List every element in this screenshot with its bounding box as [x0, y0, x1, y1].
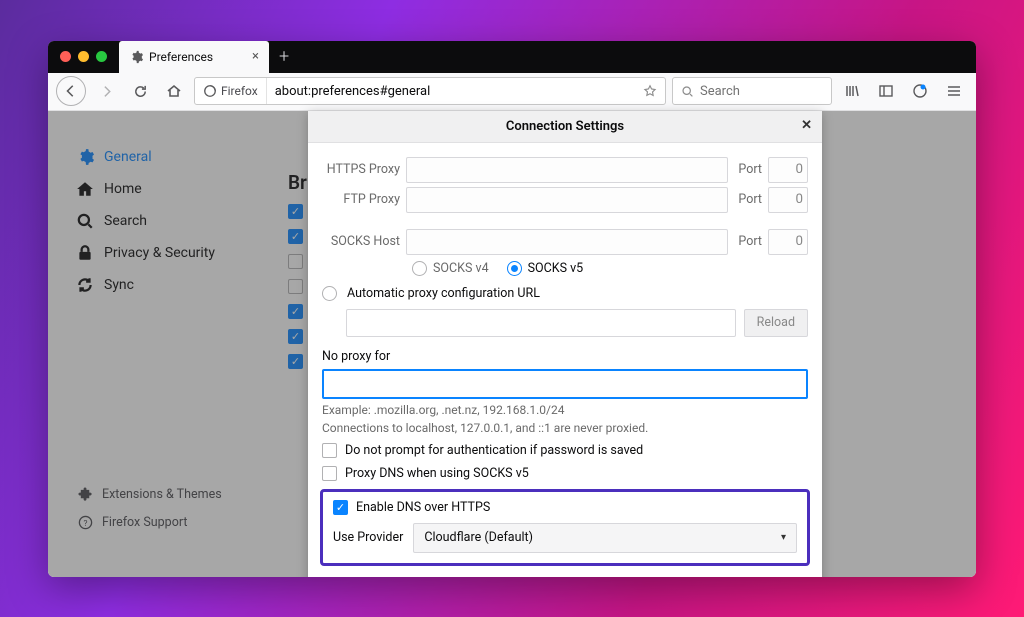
url-bar[interactable]: Firefox about:preferences#general [194, 77, 666, 105]
gear-icon [129, 50, 143, 64]
auto-config-url-input[interactable] [346, 309, 736, 337]
navbar: Firefox about:preferences#general Search [48, 73, 976, 111]
dns-over-https-highlight: Enable DNS over HTTPS Use Provider Cloud… [320, 489, 810, 566]
enable-doh-label: Enable DNS over HTTPS [356, 500, 490, 515]
socks-v4-label: SOCKS v4 [433, 261, 489, 276]
library-icon[interactable] [838, 77, 866, 105]
socks-v5-radio[interactable] [507, 261, 522, 276]
socks-v5-label: SOCKS v5 [528, 261, 584, 276]
profile-icon[interactable] [906, 77, 934, 105]
use-provider-label: Use Provider [333, 530, 403, 545]
enable-doh-checkbox[interactable] [333, 500, 348, 515]
search-icon [681, 85, 694, 98]
reload-button[interactable]: Reload [744, 309, 808, 337]
provider-value: Cloudflare (Default) [424, 530, 533, 545]
no-prompt-auth-label: Do not prompt for authentication if pass… [345, 443, 643, 458]
ftp-port-input[interactable] [768, 187, 808, 213]
reload-button[interactable] [126, 77, 154, 105]
no-proxy-example: Example: .mozilla.org, .net.nz, 192.168.… [322, 403, 808, 417]
tab-preferences[interactable]: Preferences × [119, 41, 269, 73]
url-text: about:preferences#general [267, 84, 635, 99]
provider-select[interactable]: Cloudflare (Default) ▾ [413, 523, 797, 553]
dialog-close-icon[interactable]: ✕ [801, 118, 812, 133]
socks-port-input[interactable] [768, 229, 808, 255]
localhost-note: Connections to localhost, 127.0.0.1, and… [322, 421, 808, 435]
maximize-window-button[interactable] [96, 51, 107, 62]
ftp-proxy-label: FTP Proxy [322, 192, 400, 207]
search-placeholder: Search [700, 84, 740, 99]
socks-host-label: SOCKS Host [322, 234, 400, 249]
new-tab-button[interactable]: + [269, 46, 299, 67]
no-prompt-auth-checkbox[interactable] [322, 443, 337, 458]
window-controls [48, 51, 119, 62]
back-button[interactable] [56, 76, 86, 106]
port-label: Port [738, 192, 762, 207]
minimize-window-button[interactable] [78, 51, 89, 62]
identity-label: Firefox [221, 84, 258, 98]
tab-close-icon[interactable]: × [252, 49, 259, 64]
socks-v4-radio[interactable] [412, 261, 427, 276]
auto-config-radio[interactable] [322, 286, 337, 301]
proxy-dns-socks5-label: Proxy DNS when using SOCKS v5 [345, 466, 529, 481]
dialog-header: Connection Settings ✕ [308, 111, 822, 143]
menu-icon[interactable] [940, 77, 968, 105]
forward-button[interactable] [92, 77, 120, 105]
auto-config-label: Automatic proxy configuration URL [347, 286, 540, 301]
proxy-dns-socks5-checkbox[interactable] [322, 466, 337, 481]
firefox-icon [203, 84, 217, 98]
search-bar[interactable]: Search [672, 77, 832, 105]
https-port-input[interactable] [768, 157, 808, 183]
socks-host-input[interactable] [406, 229, 728, 255]
ftp-proxy-input[interactable] [406, 187, 728, 213]
tab-title: Preferences [149, 50, 213, 64]
bookmark-star-icon[interactable] [635, 84, 665, 98]
close-window-button[interactable] [60, 51, 71, 62]
https-proxy-label: HTTPS Proxy [322, 162, 400, 177]
port-label: Port [738, 234, 762, 249]
dialog-title: Connection Settings [506, 119, 624, 134]
no-proxy-input[interactable] [322, 369, 808, 399]
connection-settings-dialog: Connection Settings ✕ HTTPS Proxy Port F… [308, 111, 822, 577]
chevron-down-icon: ▾ [781, 532, 786, 543]
home-button[interactable] [160, 77, 188, 105]
https-proxy-input[interactable] [406, 157, 728, 183]
sidebars-icon[interactable] [872, 77, 900, 105]
tabbar: Preferences × + [48, 41, 976, 73]
no-proxy-label: No proxy for [322, 349, 808, 364]
port-label: Port [738, 162, 762, 177]
